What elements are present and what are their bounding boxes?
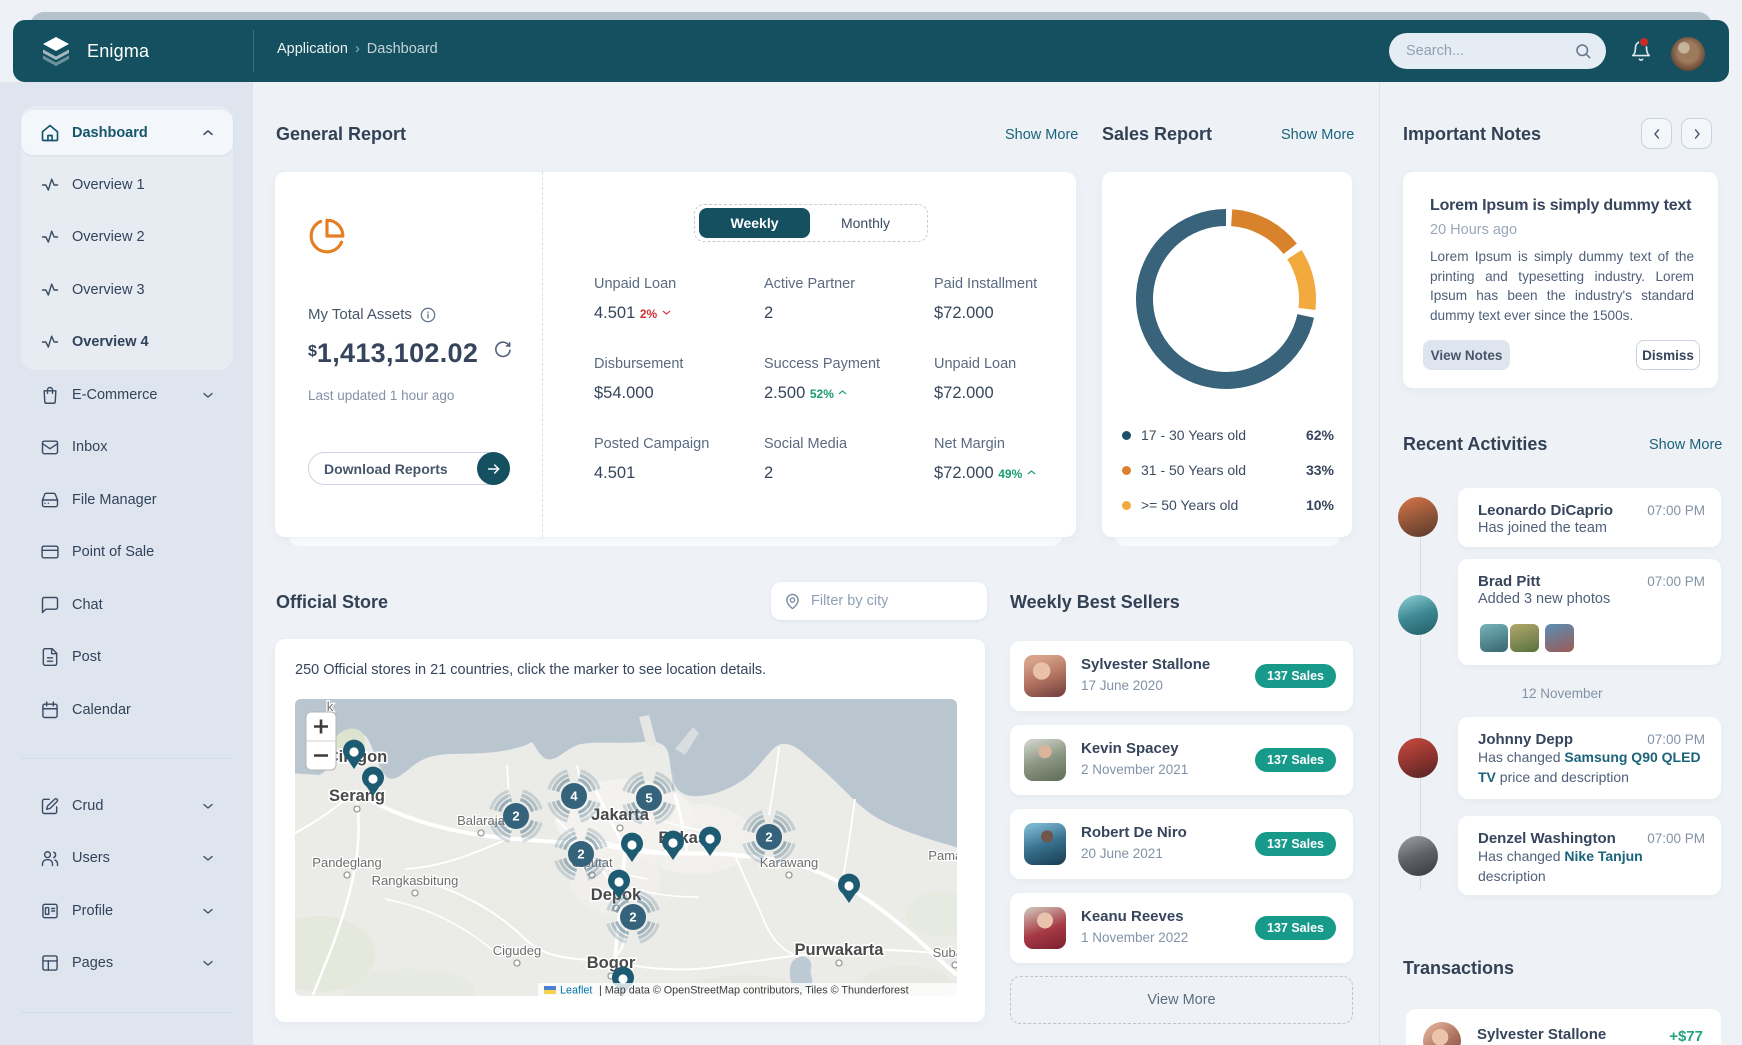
svg-text:| Map data © OpenStreetMap con: | Map data © OpenStreetMap contributors,…: [599, 985, 909, 997]
svg-text:Purwakarta: Purwakarta: [795, 941, 885, 959]
svg-text:2: 2: [512, 809, 519, 824]
svg-text:2: 2: [765, 830, 772, 845]
svg-text:5: 5: [645, 791, 652, 806]
svg-text:Leaflet: Leaflet: [560, 985, 592, 997]
svg-text:4: 4: [570, 789, 578, 804]
svg-text:Pamanukan: Pamanukan: [928, 848, 957, 863]
svg-text:2: 2: [629, 910, 636, 925]
svg-text:2: 2: [577, 847, 584, 862]
svg-text:Subang: Subang: [933, 945, 957, 960]
svg-text:Cigudeg: Cigudeg: [493, 943, 541, 958]
svg-text:Pandeglang: Pandeglang: [312, 855, 381, 870]
svg-text:Rangkasbitung: Rangkasbitung: [372, 873, 459, 888]
svg-text:Karawang: Karawang: [760, 855, 819, 870]
